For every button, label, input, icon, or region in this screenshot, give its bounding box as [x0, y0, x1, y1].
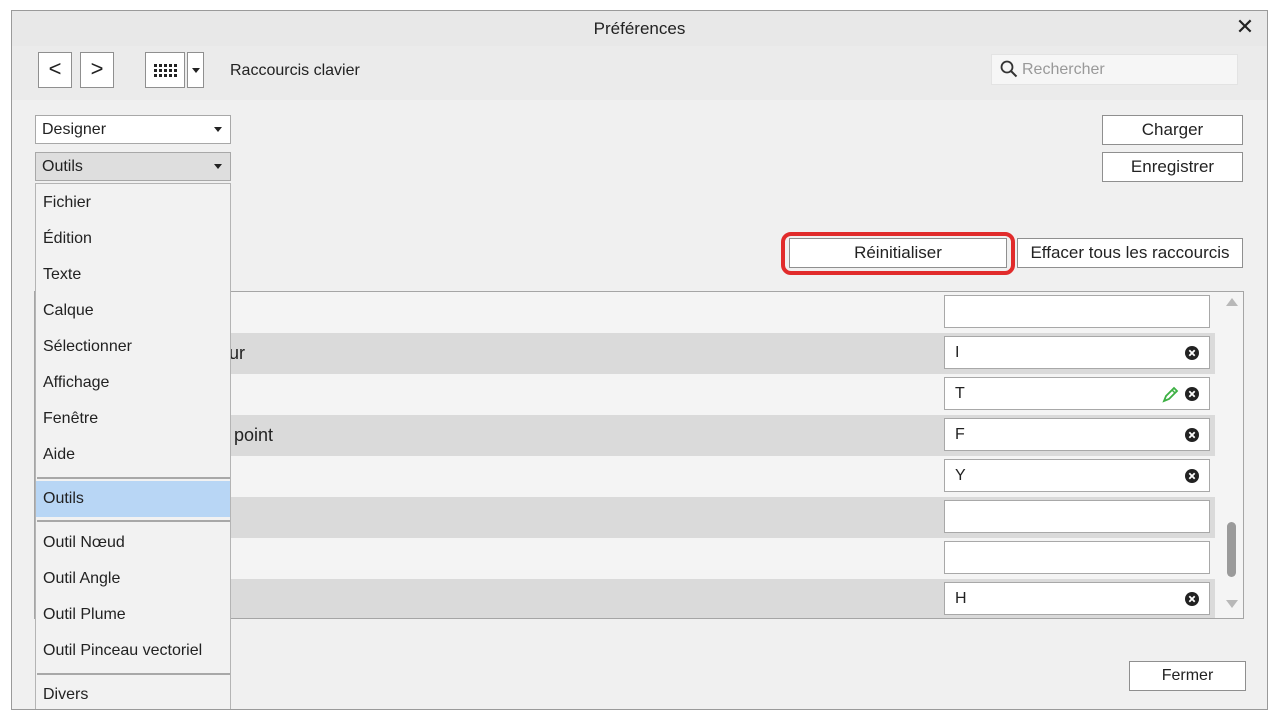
shortcut-value: F	[955, 426, 965, 443]
shortcut-field[interactable]: H	[944, 582, 1210, 615]
clear-shortcut-icon[interactable]	[1185, 592, 1199, 606]
clear-shortcut-icon[interactable]	[1185, 387, 1199, 401]
search-box[interactable]	[991, 54, 1238, 85]
clear-shortcut-icon[interactable]	[1185, 346, 1199, 360]
menu-item-fichier[interactable]: Fichier	[36, 185, 230, 221]
menu-item-outil-angle[interactable]: Outil Angle	[36, 561, 230, 597]
preferences-window: Préférences ✕ < > Raccourcis clavier Rec…	[11, 10, 1268, 710]
shortcut-value: H	[955, 590, 967, 607]
window-title: Préférences	[593, 19, 686, 38]
shortcut-field[interactable]	[944, 295, 1210, 328]
reset-highlight	[781, 232, 1015, 275]
close-icon[interactable]: ✕	[1233, 14, 1257, 40]
save-button[interactable]: Enregistrer	[1102, 152, 1243, 182]
menu-separator	[37, 477, 230, 479]
menu-item-edition[interactable]: Édition	[36, 221, 230, 257]
back-button[interactable]: <	[38, 52, 72, 88]
menu-item-fenetre[interactable]: Fenêtre	[36, 401, 230, 437]
chevron-down-icon	[214, 127, 222, 132]
menu-item-outil-noeud[interactable]: Outil Nœud	[36, 525, 230, 561]
menu-item-calque[interactable]: Calque	[36, 293, 230, 329]
shortcut-field[interactable]: F	[944, 418, 1210, 451]
clear-shortcut-icon[interactable]	[1185, 469, 1199, 483]
grid-view-button[interactable]	[145, 52, 185, 88]
close-button[interactable]: Fermer	[1129, 661, 1246, 691]
search-icon	[1000, 60, 1018, 78]
section-title: Raccourcis clavier	[230, 62, 360, 79]
title-bar: Préférences ✕	[12, 11, 1267, 47]
chevron-down-icon	[192, 68, 200, 73]
scrollbar-thumb[interactable]	[1227, 522, 1236, 577]
menu-item-outils[interactable]: Outils	[36, 481, 230, 517]
grid-view-dropdown[interactable]	[187, 52, 204, 88]
search-input[interactable]	[1022, 59, 1227, 81]
category-dropdown-menu: Fichier Édition Texte Calque Sélectionne…	[35, 183, 231, 709]
menu-item-aide[interactable]: Aide	[36, 437, 230, 473]
clear-all-shortcuts-button[interactable]: Effacer tous les raccourcis	[1017, 238, 1243, 268]
scroll-down-icon[interactable]	[1226, 600, 1238, 608]
menu-item-selectionner[interactable]: Sélectionner	[36, 329, 230, 365]
category-select[interactable]: Outils	[35, 152, 231, 181]
shortcut-field[interactable]: T	[944, 377, 1210, 410]
shortcut-field[interactable]: I	[944, 336, 1210, 369]
scroll-up-icon[interactable]	[1226, 298, 1238, 306]
menu-separator	[37, 673, 230, 675]
shortcut-field[interactable]	[944, 541, 1210, 574]
menu-item-outil-plume[interactable]: Outil Plume	[36, 597, 230, 633]
menu-item-outil-pinceau-vectoriel[interactable]: Outil Pinceau vectoriel	[36, 633, 230, 669]
table-scrollbar[interactable]	[1221, 292, 1243, 618]
app-select-value: Designer	[42, 121, 107, 138]
edit-pencil-icon[interactable]	[1162, 386, 1179, 403]
toolbar: < > Raccourcis clavier	[12, 46, 1267, 100]
shortcut-value: Y	[955, 467, 966, 484]
clear-shortcut-icon[interactable]	[1185, 428, 1199, 442]
menu-separator	[37, 520, 230, 522]
forward-button[interactable]: >	[80, 52, 114, 88]
menu-item-divers[interactable]: Divers	[36, 677, 230, 709]
shortcut-field[interactable]: Y	[944, 459, 1210, 492]
load-button[interactable]: Charger	[1102, 115, 1243, 145]
shortcut-value: T	[955, 385, 965, 402]
menu-item-affichage[interactable]: Affichage	[36, 365, 230, 401]
shortcut-field[interactable]	[944, 500, 1210, 533]
shortcut-value: I	[955, 344, 960, 361]
chevron-down-icon	[214, 164, 222, 169]
app-select[interactable]: Designer	[35, 115, 231, 144]
grid-icon	[154, 64, 177, 77]
category-select-value: Outils	[42, 158, 83, 175]
menu-item-texte[interactable]: Texte	[36, 257, 230, 293]
